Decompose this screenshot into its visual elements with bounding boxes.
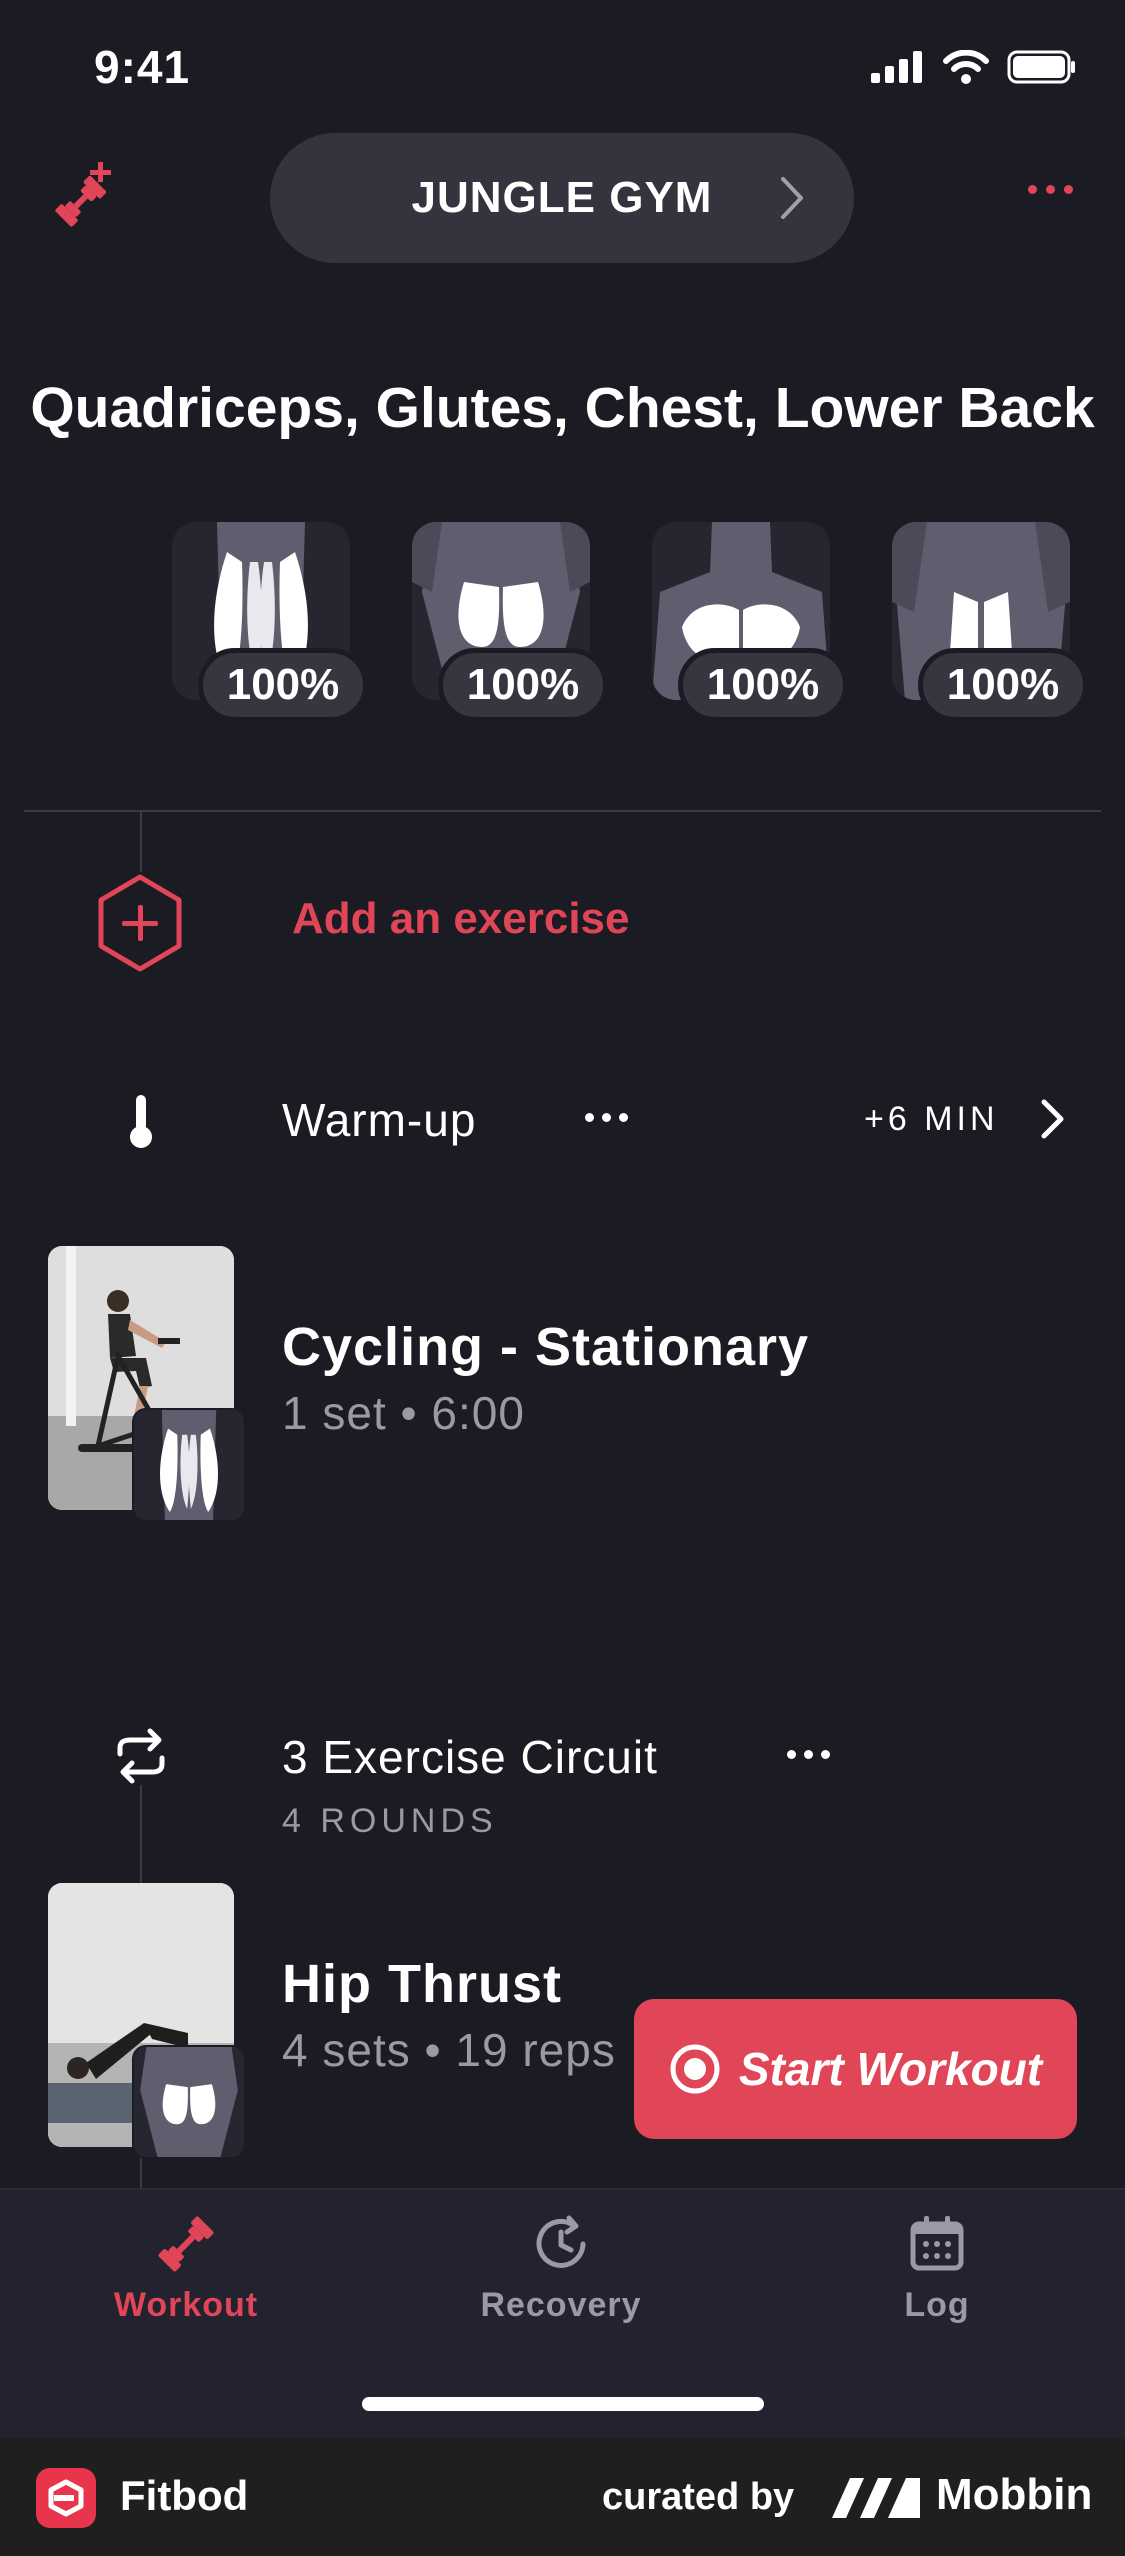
footer-curated-by: curated by bbox=[602, 2476, 795, 2518]
circuit-rounds: 4 ROUNDS bbox=[282, 1802, 498, 1840]
muscle-percent-lower-back: 100% bbox=[918, 648, 1088, 722]
dumbbell-icon bbox=[158, 2216, 214, 2272]
target-muscles-title: Quadriceps, Glutes, Chest, Lower Back bbox=[30, 376, 1095, 440]
warmup-chevron-right-icon[interactable] bbox=[1040, 1098, 1066, 1145]
exercise-name[interactable]: Cycling - Stationary bbox=[282, 1316, 809, 1378]
muscle-percent-quadriceps: 100% bbox=[198, 648, 368, 722]
exercise-muscle-badge-glutes bbox=[132, 2045, 246, 2159]
recovery-clock-icon bbox=[536, 2215, 586, 2268]
add-exercise-icon[interactable] bbox=[95, 873, 185, 978]
fitbod-logo-icon bbox=[36, 2468, 96, 2528]
add-equipment-icon[interactable] bbox=[50, 160, 120, 230]
calendar-icon bbox=[910, 2216, 964, 2271]
gym-name: JUNGLE GYM bbox=[411, 173, 713, 222]
warmup-duration: +6 MIN bbox=[864, 1100, 999, 1138]
footer-app-name: Fitbod bbox=[120, 2472, 249, 2519]
status-icons bbox=[871, 50, 1077, 84]
gym-selector-button[interactable]: JUNGLE GYM bbox=[270, 133, 854, 263]
tab-label: Workout bbox=[113, 2286, 259, 2324]
mobbin-logo-icon bbox=[830, 2474, 922, 2525]
circuit-more-icon[interactable] bbox=[787, 1750, 830, 1759]
warmup-more-icon[interactable] bbox=[585, 1113, 628, 1122]
section-divider bbox=[24, 810, 1101, 812]
exercise-name[interactable]: Hip Thrust bbox=[282, 1953, 562, 2015]
exercise-detail: 1 set • 6:00 bbox=[282, 1387, 525, 1439]
attribution-footer: Fitbod curated by Mobbin bbox=[0, 2438, 1125, 2556]
tab-label: Recovery bbox=[480, 2286, 642, 2324]
tab-log[interactable]: Log bbox=[787, 2190, 1087, 2390]
muscle-percent-chest: 100% bbox=[678, 648, 848, 722]
home-indicator[interactable] bbox=[362, 2397, 764, 2411]
warmup-label: Warm-up bbox=[282, 1094, 477, 1146]
thermometer-icon bbox=[126, 1093, 156, 1154]
exercise-detail: 4 sets • 19 reps bbox=[282, 2024, 616, 2076]
signal-icon bbox=[871, 51, 922, 83]
battery-icon bbox=[1007, 50, 1075, 84]
record-icon bbox=[670, 2044, 720, 2094]
footer-brand: Mobbin bbox=[936, 2470, 1093, 2519]
quadriceps-mini-icon bbox=[160, 1410, 218, 1520]
tab-label: Log bbox=[904, 2286, 970, 2324]
start-workout-label: Start Workout bbox=[738, 2043, 1043, 2095]
tab-workout[interactable]: Workout bbox=[36, 2190, 336, 2390]
muscle-percent-glutes: 100% bbox=[438, 648, 608, 722]
status-time: 9:41 bbox=[94, 41, 191, 93]
tab-recovery[interactable]: Recovery bbox=[411, 2190, 711, 2390]
timeline-line bbox=[140, 812, 142, 872]
wifi-icon bbox=[943, 50, 989, 84]
add-exercise-button[interactable]: Add an exercise bbox=[292, 894, 630, 944]
circuit-repeat-icon bbox=[112, 1728, 170, 1789]
more-options-icon[interactable] bbox=[1028, 185, 1073, 194]
chevron-right-icon bbox=[781, 177, 803, 219]
start-workout-button[interactable]: Start Workout bbox=[634, 1999, 1077, 2139]
glutes-mini-icon bbox=[140, 2047, 238, 2157]
circuit-label: 3 Exercise Circuit bbox=[282, 1731, 658, 1783]
exercise-muscle-badge-quadriceps bbox=[132, 1408, 246, 1522]
